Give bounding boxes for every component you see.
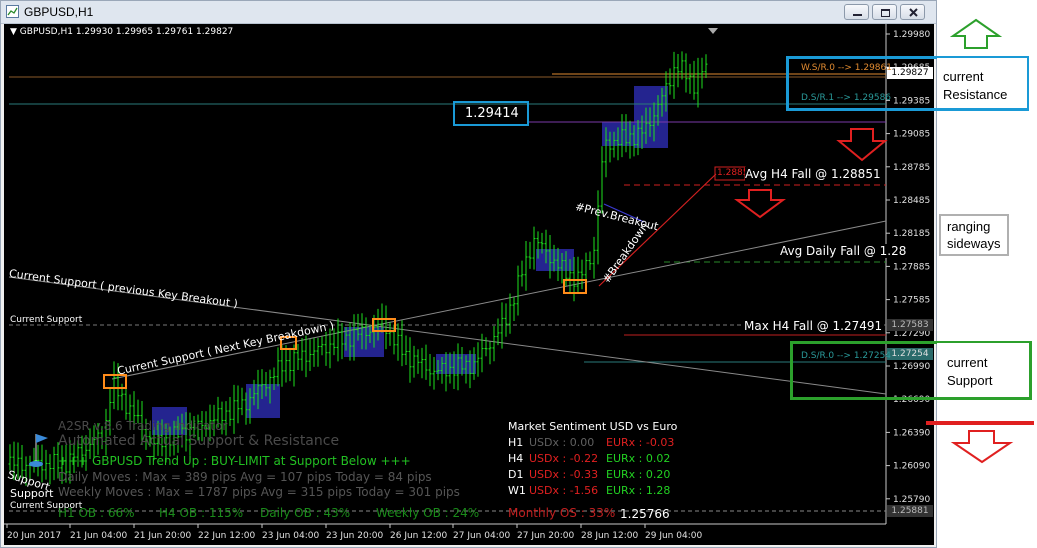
sentiment-usd: USDx : 0.00 (529, 436, 595, 449)
zone-rect (246, 384, 280, 418)
price-axis-label: 1.27585 (893, 296, 930, 306)
down-arrow-icon (734, 189, 786, 219)
sentiment-usd: USDx : -0.22 (529, 452, 599, 465)
sentiment-eur: EURx : -0.03 (606, 436, 675, 449)
weekly-moves-text: Weekly Moves : Max = 1787 pips Avg = 315… (58, 485, 460, 499)
daily-ob-text: Daily OB : 43% (260, 506, 351, 520)
sentiment-tf: H1 (508, 436, 524, 449)
sentiment-eur: EURx : 0.20 (606, 468, 671, 481)
sentiment-usd: USDx : -1.56 (529, 484, 599, 497)
price-axis-label: 1.27885 (893, 262, 930, 272)
price-axis-label: 1.29085 (893, 130, 930, 140)
sentiment-usd: USDx : -0.33 (529, 468, 599, 481)
support-price-tag: 1.27583 (887, 319, 933, 331)
price-axis-label: 1.28485 (893, 196, 930, 206)
price-callout-box: 1.29414 (453, 101, 529, 126)
support-callout-line1: current (947, 355, 988, 370)
restore-button[interactable] (872, 4, 897, 20)
support-callout-line2: Support (947, 373, 993, 388)
daily-moves-text: Daily Moves : Max = 389 pips Avg = 107 p… (58, 470, 432, 484)
time-axis-label: 20 Jun 2017 (7, 531, 61, 541)
sentiment-tf: W1 (508, 484, 526, 497)
indicator-title: A2SR v.8.6 Trading Indicator (58, 419, 228, 433)
time-axis-label: 28 Jun 12:00 (581, 531, 638, 541)
h4-ob-text: H4 OB : 115% (159, 506, 244, 520)
time-axis: 20 Jun 2017 21 Jun 04:00 21 Jun 20:00 22 Ju… (6, 524, 702, 541)
sentiment-eur: EURx : 1.28 (606, 484, 671, 497)
minimize-button[interactable] (844, 4, 869, 20)
avg-h4-fall-label: Avg H4 Fall @ 1.28851 (745, 167, 881, 181)
current-support-label: Current Support (10, 315, 83, 325)
time-axis-label: 27 Jun 04:00 (453, 531, 510, 541)
time-axis-label: 23 Jun 04:00 (262, 531, 319, 541)
support-divider (926, 421, 1034, 425)
time-axis-label: 27 Jun 20:00 (517, 531, 574, 541)
minimize-icon (853, 14, 862, 16)
time-axis-label: 22 Jun 12:00 (198, 531, 255, 541)
avg-daily-fall-label: Avg Daily Fall @ 1.28 (780, 244, 907, 258)
time-axis-label: 23 Jun 20:00 (326, 531, 383, 541)
support-label-b: Support (10, 487, 54, 500)
restore-icon (881, 9, 890, 17)
sentiment-tf: H4 (508, 452, 524, 465)
time-axis-label: 26 Jun 12:00 (390, 531, 447, 541)
price-axis-label: 1.25790 (893, 495, 930, 505)
low-price-label: 1.25766 (620, 507, 670, 521)
bottom-price-tag: 1.25881 (887, 505, 933, 517)
time-axis-label: 21 Jun 20:00 (134, 531, 191, 541)
time-axis-label: 29 Jun 04:00 (645, 531, 702, 541)
down-arrow-icon (950, 430, 1014, 464)
up-arrow-icon (950, 18, 1002, 49)
sentiment-eur: EURx : 0.02 (606, 452, 671, 465)
indicator-subtitle: Automated Actual Support & Resistance (58, 433, 340, 449)
key-markers (103, 28, 746, 389)
down-arrow-icon (836, 128, 888, 162)
chart-app-icon (6, 5, 19, 18)
zone-rect (634, 86, 668, 148)
sideways-callout-line2: sideways (947, 236, 1001, 251)
close-icon (909, 8, 918, 17)
price-axis-label: 1.26390 (893, 428, 930, 438)
avg-h4-tag: 1.2885 (717, 168, 749, 178)
close-button[interactable] (900, 4, 925, 20)
sentiment-title: Market Sentiment USD vs Euro (508, 420, 678, 433)
sentiment-tf: D1 (508, 468, 524, 481)
price-axis-label: 1.28785 (893, 163, 930, 173)
sideways-callout-line1: ranging (947, 219, 991, 234)
monthly-os-text: Monthly OS : 33% (508, 506, 616, 520)
h1-ob-text: H1 OB : 66% (58, 506, 135, 520)
max-h4-fall-label: Max H4 Fall @ 1.27491 (744, 319, 883, 333)
price-axis-label: 1.28185 (893, 229, 930, 239)
resistance-callout-line1: current (943, 69, 984, 84)
title-bar: GBPUSD,H1 (1, 1, 936, 24)
time-axis-label: 21 Jun 04:00 (70, 531, 127, 541)
price-callout-value: 1.29414 (465, 106, 519, 121)
chart-header-text: GBPUSD,H1 1.29930 1.29965 1.29761 1.2982… (19, 27, 234, 37)
window-title: GBPUSD,H1 (24, 5, 94, 19)
trend-text: +++ GBPUSD Trend Up : BUY-LIMIT at Suppo… (58, 454, 411, 468)
resistance-callout-line2: Resistance (943, 87, 1008, 102)
price-axis-label: 1.29980 (893, 30, 930, 40)
weekly-ob-text: Weekly OB : 24% (376, 506, 480, 520)
price-axis-label: 1.26090 (893, 462, 930, 472)
chart-header: ▼ GBPUSD,H1 1.29930 1.29965 1.29761 1.29… (10, 27, 234, 37)
